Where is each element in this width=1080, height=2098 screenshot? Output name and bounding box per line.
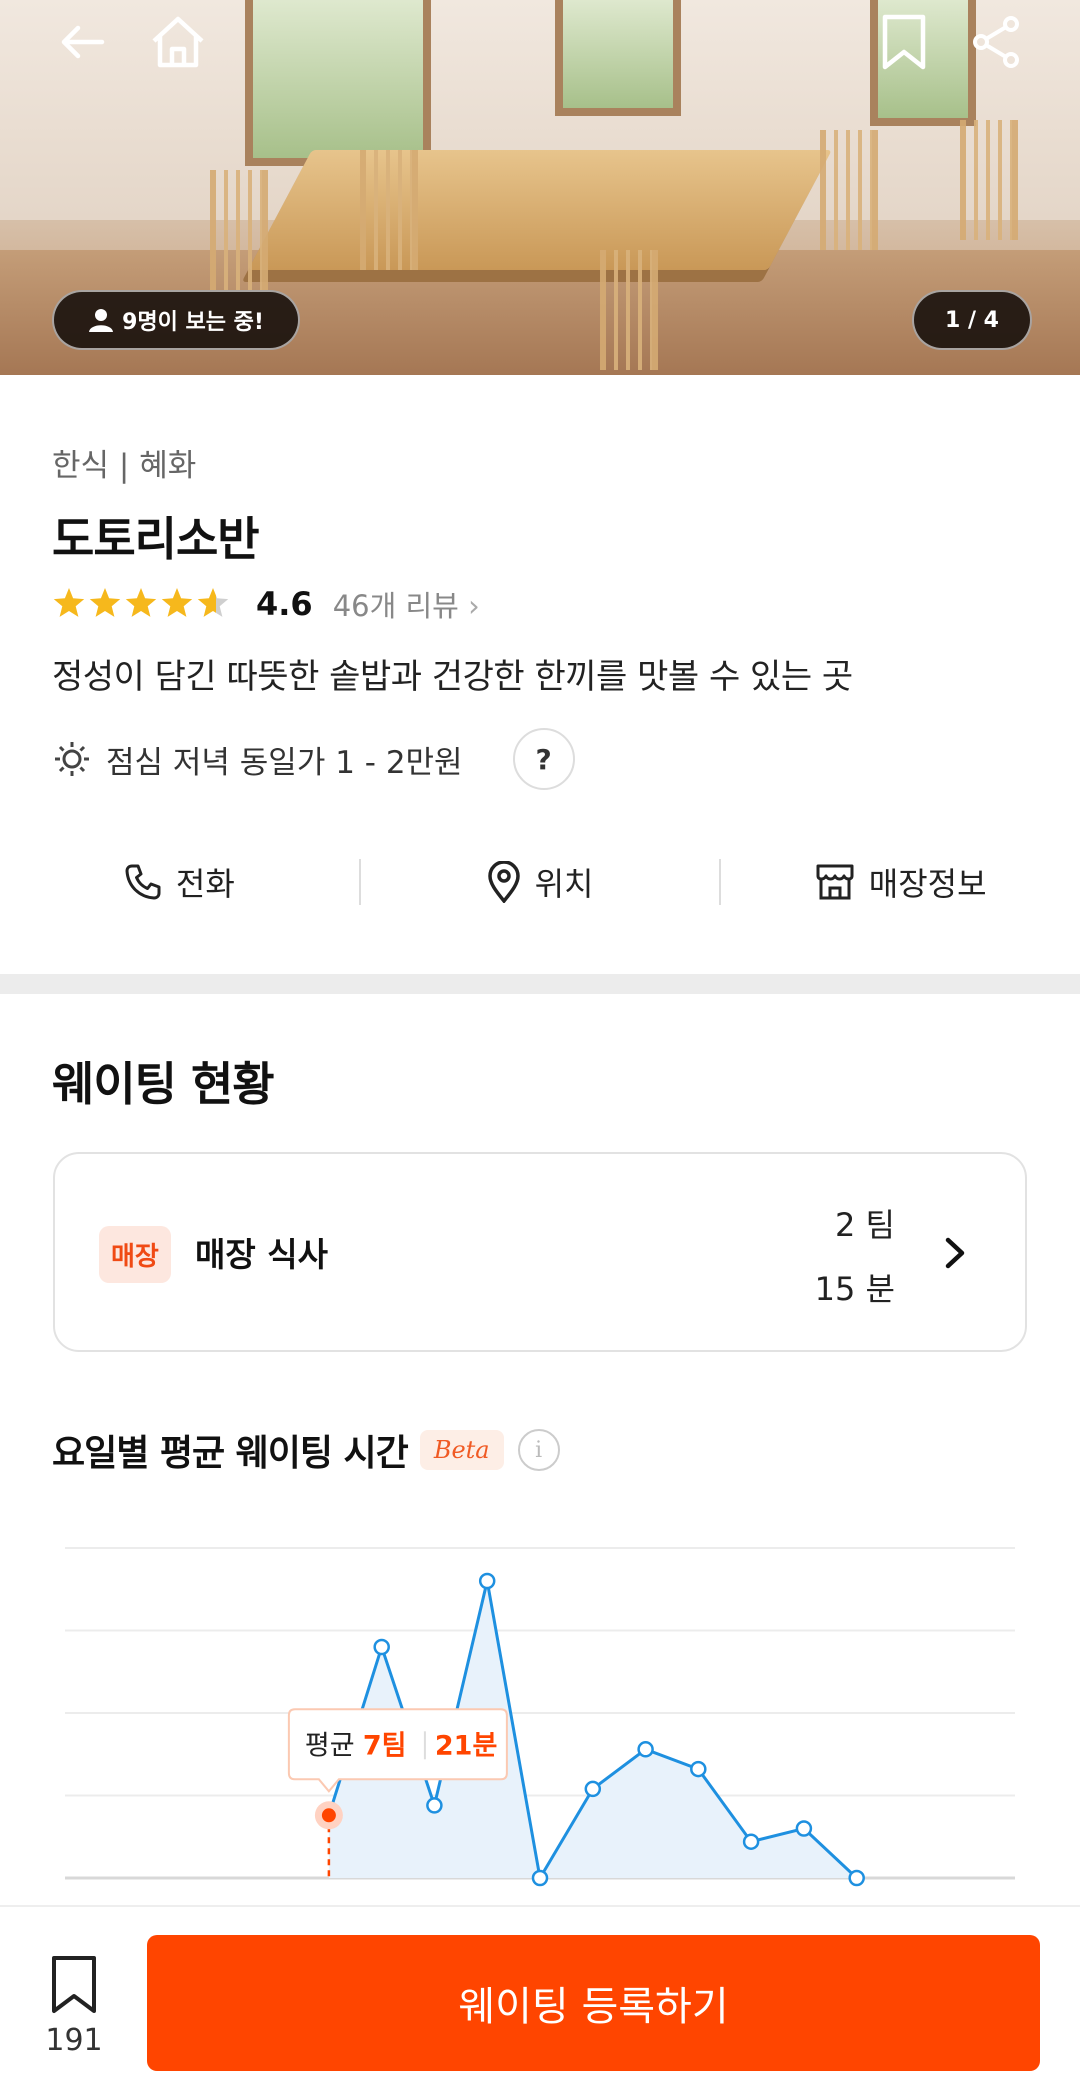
phone-icon xyxy=(125,864,161,900)
star-rating xyxy=(53,588,229,617)
price-text: 점심 저녁 동일가 1 - 2만원 xyxy=(106,744,463,781)
price-help-button[interactable]: ? xyxy=(512,728,575,790)
chart-point xyxy=(584,1780,602,1798)
viewers-badge: 9명이 보는 중! xyxy=(52,290,300,350)
star-icon xyxy=(161,588,193,617)
home-icon xyxy=(152,16,204,68)
store-name: 도토리소반 xyxy=(52,512,260,566)
store-description: 정성이 담긴 따뜻한 솥밥과 건강한 한끼를 맛볼 수 있는 곳 xyxy=(52,657,853,697)
chart-point xyxy=(742,1833,760,1850)
chart-point xyxy=(478,1572,496,1590)
chart-point xyxy=(426,1797,443,1814)
waiting-chart: 평균 7팀 21분 xyxy=(65,1547,1015,1887)
chart-point xyxy=(637,1741,654,1758)
waiting-section-title: 웨이팅 현황 xyxy=(52,1057,275,1111)
hero-table xyxy=(248,150,832,270)
chart-point xyxy=(690,1760,707,1778)
chart-point xyxy=(848,1869,865,1887)
bookmark-icon xyxy=(52,1956,96,2013)
store-info-label: 매장정보 xyxy=(868,865,987,903)
home-button[interactable] xyxy=(146,10,210,74)
chart-point xyxy=(531,1869,549,1887)
waiting-minutes: 15 분 xyxy=(814,1270,895,1308)
tooltip-minutes: 21분 xyxy=(435,1730,497,1761)
tooltip-avg-label: 평균 xyxy=(305,1730,355,1761)
share-button[interactable] xyxy=(964,10,1028,74)
highlight-point xyxy=(321,1808,336,1823)
share-icon xyxy=(973,16,1019,68)
star-icon xyxy=(89,588,121,617)
star-icon xyxy=(53,588,85,617)
rating-value: 4.6 xyxy=(256,585,313,623)
hero-chair xyxy=(820,130,878,250)
store-badge: 매장 xyxy=(99,1226,171,1283)
chart-title-row: 요일별 평균 웨이팅 시간 Beta i xyxy=(52,1424,560,1476)
page-indicator: 1 / 4 xyxy=(912,290,1032,350)
info-icon[interactable]: i xyxy=(517,1429,560,1471)
store-info: 한식 | 혜화 도토리소반 4.6 46개 리뷰 › 정성이 담긴 따뜻한 솥밥… xyxy=(52,440,1032,790)
star-icon xyxy=(125,588,157,617)
hero-window xyxy=(245,0,431,166)
bookmark-button[interactable] xyxy=(872,10,936,74)
hero-window xyxy=(555,0,681,116)
section-separator xyxy=(0,974,1080,994)
hero-chair xyxy=(960,120,1018,240)
call-button[interactable]: 전화 xyxy=(0,850,359,914)
sun-moon-icon xyxy=(55,742,89,776)
location-button[interactable]: 위치 xyxy=(361,850,720,914)
star-icon xyxy=(197,588,229,617)
review-count: 46개 리뷰 xyxy=(332,589,459,623)
waiting-teams: 2 팀 xyxy=(835,1206,895,1244)
rating-row: 4.6 46개 리뷰 › xyxy=(52,581,1032,627)
storefront-icon xyxy=(816,864,854,900)
store-category: 한식 | 혜화 xyxy=(52,448,197,484)
register-waiting-button[interactable]: 웨이팅 등록하기 xyxy=(147,1935,1040,2071)
review-link[interactable]: 46개 리뷰 › xyxy=(333,583,480,625)
chevron-right-icon xyxy=(945,1237,965,1269)
bookmark-icon xyxy=(882,14,926,70)
hero-photo[interactable]: 9명이 보는 중! 1 / 4 xyxy=(0,0,1080,375)
chart-point xyxy=(373,1638,390,1656)
chevron-right-icon: › xyxy=(468,589,480,623)
back-arrow-icon xyxy=(61,25,105,59)
chart-point xyxy=(795,1820,813,1837)
hero-chair xyxy=(600,250,658,370)
bookmark-count: 191 xyxy=(45,2023,103,2058)
waiting-type-label: 매장 식사 xyxy=(195,1235,328,1274)
viewers-text: 9명이 보는 중! xyxy=(122,310,264,335)
bottom-bookmark-button[interactable]: 191 xyxy=(40,1955,108,2058)
tooltip-teams: 7팀 xyxy=(363,1730,407,1761)
price-row: 점심 저녁 동일가 1 - 2만원 ? xyxy=(52,728,1032,790)
location-label: 위치 xyxy=(534,865,594,903)
beta-badge: Beta xyxy=(419,1430,504,1470)
call-label: 전화 xyxy=(175,865,235,903)
location-pin-icon xyxy=(487,861,520,903)
back-button[interactable] xyxy=(50,10,114,74)
hero-chair xyxy=(210,170,268,290)
bottom-bar: 191 웨이팅 등록하기 xyxy=(0,1905,1080,2098)
action-bar: 전화 위치 매장정보 xyxy=(0,850,1080,914)
chart-title: 요일별 평균 웨이팅 시간 xyxy=(52,1433,409,1474)
waiting-card[interactable]: 매장 매장 식사 2 팀 15 분 xyxy=(53,1152,1027,1352)
person-icon xyxy=(89,309,114,332)
store-info-button[interactable]: 매장정보 xyxy=(721,850,1080,914)
hero-chair xyxy=(360,150,418,270)
